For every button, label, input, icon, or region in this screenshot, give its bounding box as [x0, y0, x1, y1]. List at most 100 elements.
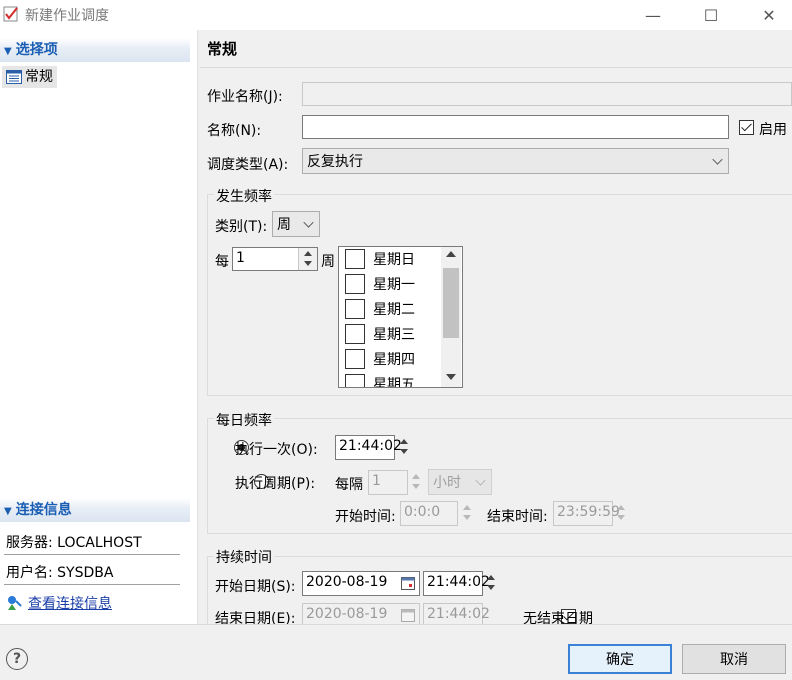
interval-spin — [410, 472, 422, 494]
end-time-field: 23:59:59 — [553, 501, 620, 526]
calendar-icon[interactable] — [401, 576, 415, 590]
schedule-type-select[interactable]: 反复执行 — [302, 148, 729, 174]
list-item[interactable]: 星期日 — [345, 249, 415, 269]
start-time-label: 开始时间: — [335, 509, 396, 525]
frequency-group-title: 发生频率 — [214, 186, 274, 206]
server-label: 服务器: — [6, 535, 53, 551]
list-item[interactable]: 星期一 — [345, 274, 415, 294]
options-section-header[interactable]: ▼ 选择项 — [0, 38, 190, 62]
weekday-checkbox[interactable] — [345, 349, 365, 369]
run-once-time-value: 21:44:02 — [339, 438, 402, 454]
end-date-value: 2020-08-19 — [306, 606, 388, 622]
collapse-triangle-icon: ▼ — [4, 506, 12, 517]
weekday-label: 星期二 — [373, 302, 415, 318]
interval-unit-select: 小时 — [428, 469, 492, 495]
end-time-label: 结束时间: — [487, 509, 548, 525]
ok-button[interactable]: 确定 — [568, 644, 672, 674]
daily-group-title: 每日频率 — [214, 410, 274, 430]
window-title: 新建作业调度 — [25, 8, 109, 24]
start-date-time-value: 21:44:02 — [427, 574, 490, 590]
chevron-down-icon — [475, 475, 486, 486]
view-connection-row: 查看连接信息 — [6, 593, 112, 613]
category-select[interactable]: 周 — [272, 211, 320, 237]
connection-section-header[interactable]: ▼ 连接信息 — [0, 498, 190, 522]
page-title: 常规 — [207, 40, 238, 58]
start-time-field: 0:0:0 — [400, 501, 458, 526]
category-value: 周 — [277, 217, 291, 233]
scroll-up-icon[interactable] — [446, 251, 456, 257]
options-header-label: 选择项 — [15, 42, 58, 58]
sidebar-item-general[interactable]: 常规 — [2, 66, 57, 88]
interval-field: 1 — [368, 470, 408, 495]
weekday-checkbox[interactable] — [345, 324, 365, 344]
job-name-field — [302, 82, 792, 106]
weekday-checkbox[interactable] — [345, 274, 365, 294]
scroll-down-icon[interactable] — [446, 374, 456, 380]
properties-list-icon — [6, 70, 22, 84]
every-unit-label: 周 — [321, 254, 335, 270]
chevron-down-icon — [712, 154, 723, 165]
list-item[interactable]: 星期三 — [345, 324, 415, 344]
server-value: LOCALHOST — [57, 535, 142, 551]
calendar-icon — [401, 609, 415, 622]
duration-group-title: 持续时间 — [214, 547, 274, 567]
run-once-label: 执行一次(O): — [235, 442, 318, 458]
user-value: SYSDBA — [57, 565, 114, 581]
connection-info-icon — [8, 596, 22, 610]
help-icon[interactable]: ? — [6, 648, 28, 670]
category-label: 类别(T): — [215, 219, 268, 235]
connection-header-label: 连接信息 — [15, 502, 72, 518]
divider — [4, 554, 180, 555]
weekday-label: 星期日 — [373, 252, 415, 268]
start-date-value: 2020-08-19 — [306, 574, 388, 590]
enable-label: 启用 — [759, 122, 787, 138]
collapse-triangle-icon: ▼ — [4, 46, 12, 57]
end-date-time-value: 21:44:02 — [427, 606, 490, 622]
server-info: 服务器: LOCALHOST — [6, 532, 142, 552]
minimize-button[interactable]: — — [630, 0, 676, 30]
close-button[interactable]: ✕ — [746, 0, 792, 30]
interval-unit-value: 小时 — [433, 475, 461, 491]
dialog-footer — [0, 624, 792, 680]
title-bar: 新建作业调度 — ☐ ✕ — [0, 0, 792, 30]
list-item[interactable]: 星期四 — [345, 349, 415, 369]
end-time-spin — [615, 503, 627, 525]
enable-checkbox[interactable] — [739, 120, 754, 135]
cancel-button[interactable]: 取消 — [682, 644, 786, 674]
view-connection-link[interactable]: 查看连接信息 — [28, 593, 112, 613]
interval-label: 每隔 — [335, 477, 363, 493]
app-icon — [3, 6, 18, 22]
every-label: 每 — [215, 254, 229, 270]
start-time-spin — [461, 503, 473, 525]
run-once-spin[interactable] — [398, 437, 410, 459]
sidebar-item-label: 常规 — [25, 69, 53, 85]
start-date-label: 开始日期(S): — [215, 579, 296, 595]
divider — [4, 584, 180, 585]
weekday-checkbox[interactable] — [345, 249, 365, 269]
run-once-time-field[interactable]: 21:44:02 — [335, 435, 402, 460]
weekday-label: 星期一 — [373, 277, 415, 293]
start-time-value: 0:0:0 — [404, 504, 441, 520]
list-item[interactable]: 星期五 — [345, 374, 415, 387]
job-name-label: 作业名称(J): — [207, 89, 283, 105]
weekday-checkbox[interactable] — [345, 374, 365, 387]
start-time-of-date-field[interactable]: 21:44:02 — [423, 571, 490, 596]
weekday-label: 星期三 — [373, 327, 415, 343]
schedule-type-value: 反复执行 — [307, 154, 363, 170]
scrollbar-thumb[interactable] — [443, 268, 459, 338]
run-period-label: 执行周期(P): — [235, 476, 316, 492]
end-time-value: 23:59:59 — [557, 504, 620, 520]
interval-value: 1 — [372, 473, 381, 489]
name-label: 名称(N): — [207, 123, 262, 139]
weekday-checkbox[interactable] — [345, 299, 365, 319]
schedule-type-label: 调度类型(A): — [207, 157, 289, 173]
divider — [200, 67, 792, 68]
weekday-label: 星期四 — [373, 352, 415, 368]
maximize-button[interactable]: ☐ — [688, 0, 734, 30]
chevron-down-icon — [303, 217, 314, 228]
every-spin-buttons[interactable] — [298, 248, 317, 270]
list-item[interactable]: 星期二 — [345, 299, 415, 319]
user-label: 用户名: — [6, 565, 53, 581]
start-date-time-spin[interactable] — [485, 573, 497, 595]
name-field[interactable] — [302, 115, 729, 139]
